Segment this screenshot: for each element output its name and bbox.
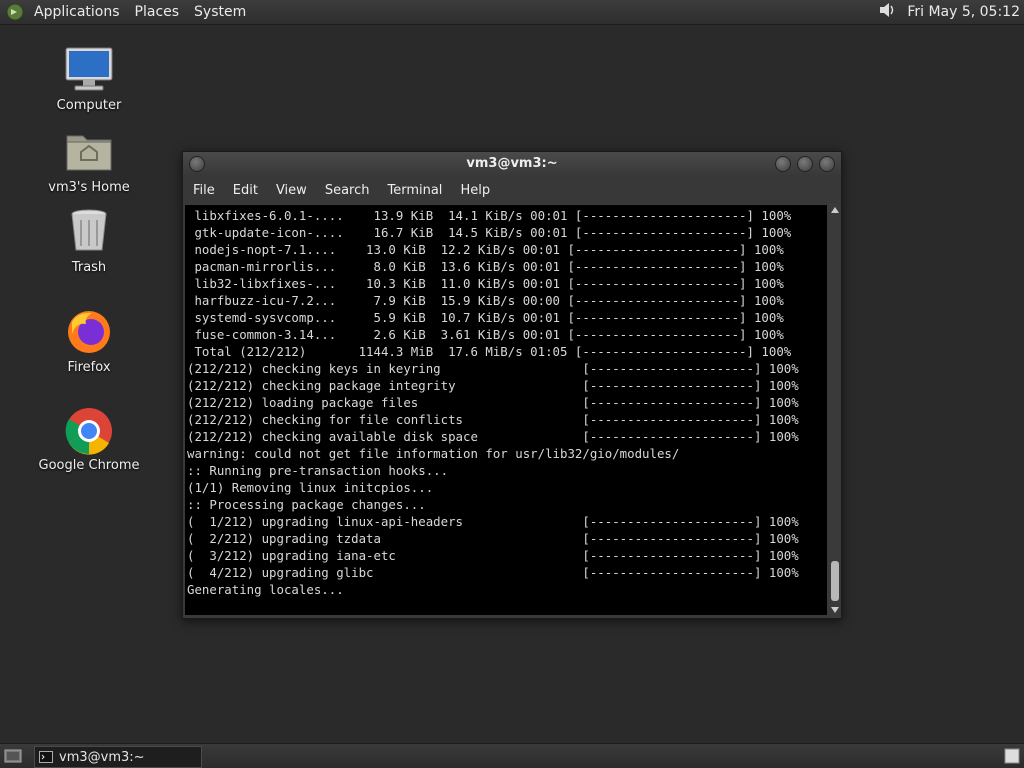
home-folder-icon: [63, 128, 115, 180]
menu-view[interactable]: View: [276, 183, 307, 198]
terminal-icon: [39, 751, 53, 763]
desktop-label-chrome: Google Chrome: [38, 458, 140, 473]
window-titlebar[interactable]: vm3@vm3:~: [183, 152, 841, 176]
menu-system[interactable]: System: [194, 4, 246, 20]
scroll-up-arrow-icon[interactable]: [831, 207, 839, 213]
firefox-icon: [63, 308, 115, 360]
taskbar-item-terminal[interactable]: vm3@vm3:~: [34, 746, 202, 768]
panel-clock[interactable]: Fri May 5, 05:12: [907, 4, 1020, 20]
desktop-label-trash: Trash: [71, 260, 107, 275]
scrollbar-thumb[interactable]: [831, 561, 839, 601]
desktop-icon-home[interactable]: vm3's Home: [34, 128, 144, 195]
computer-icon: [63, 46, 115, 98]
terminal-window[interactable]: vm3@vm3:~ File Edit View Search Terminal…: [182, 151, 842, 619]
bottom-panel: vm3@vm3:~: [0, 743, 1024, 768]
menu-terminal[interactable]: Terminal: [387, 183, 442, 198]
desktop-icon-trash[interactable]: Trash: [34, 208, 144, 275]
menu-help[interactable]: Help: [460, 183, 490, 198]
desktop-icon-computer[interactable]: Computer: [34, 46, 144, 113]
minimize-button[interactable]: [775, 156, 791, 172]
menu-file[interactable]: File: [193, 183, 215, 198]
chrome-icon: [63, 406, 115, 458]
menu-search[interactable]: Search: [325, 183, 370, 198]
desktop-icon-firefox[interactable]: Firefox: [34, 308, 144, 375]
taskbar-item-label: vm3@vm3:~: [59, 749, 145, 765]
show-desktop-icon[interactable]: [4, 748, 22, 768]
trash-icon: [63, 208, 115, 260]
distro-logo-icon[interactable]: [4, 1, 26, 23]
desktop-label-home: vm3's Home: [48, 180, 130, 195]
desktop-icon-chrome[interactable]: Google Chrome: [34, 406, 144, 473]
window-title: vm3@vm3:~: [466, 156, 558, 171]
terminal-text: libxfixes-6.0.1-.... 13.9 KiB 14.1 KiB/s…: [187, 208, 799, 597]
close-button[interactable]: [819, 156, 835, 172]
menu-places[interactable]: Places: [135, 4, 180, 20]
menu-edit[interactable]: Edit: [233, 183, 258, 198]
window-menu-button[interactable]: [189, 156, 205, 172]
top-panel: Applications Places System Fri May 5, 05…: [0, 0, 1024, 25]
menu-applications[interactable]: Applications: [34, 4, 120, 20]
workspace-switcher-icon[interactable]: [1004, 748, 1020, 768]
terminal-menubar: File Edit View Search Terminal Help: [183, 176, 841, 204]
desktop-label-firefox: Firefox: [67, 360, 111, 375]
maximize-button[interactable]: [797, 156, 813, 172]
terminal-scrollbar[interactable]: [829, 205, 841, 615]
speaker-icon[interactable]: [877, 1, 897, 23]
terminal-output[interactable]: libxfixes-6.0.1-.... 13.9 KiB 14.1 KiB/s…: [185, 205, 827, 615]
scroll-down-arrow-icon[interactable]: [831, 607, 839, 613]
desktop-label-computer: Computer: [56, 98, 122, 113]
